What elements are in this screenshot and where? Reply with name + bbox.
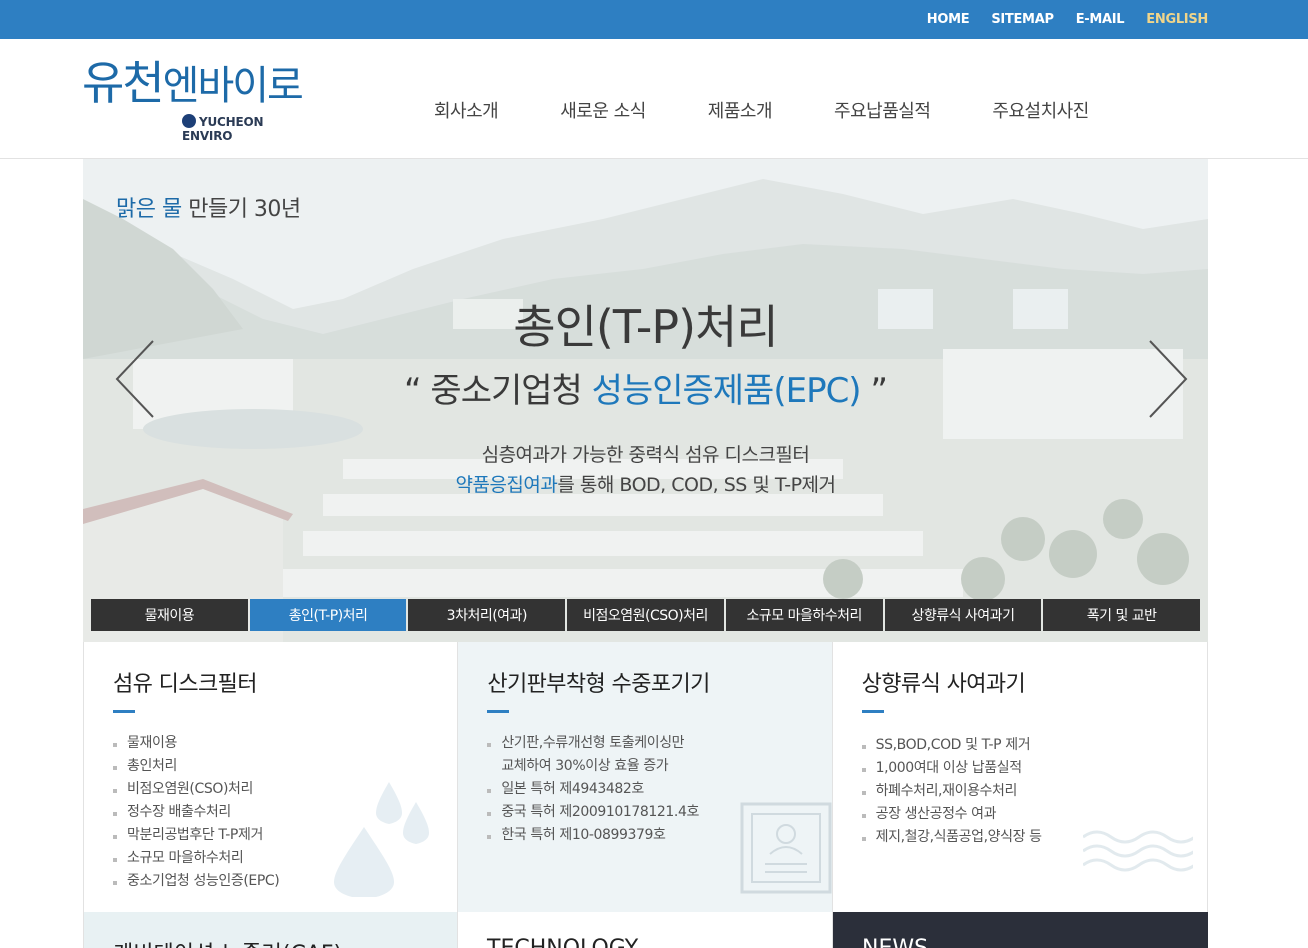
panel-title: 상향류식 사여과기: [861, 672, 1026, 697]
list-item: SS,BOD,COD 및 T-P 제거: [861, 734, 1042, 757]
slider-next-arrow-icon[interactable]: [1144, 339, 1190, 419]
water-waves-icon: [1082, 830, 1193, 872]
hero-title: 총인(T-P)처리: [513, 300, 778, 354]
english-link[interactable]: ENGLISH: [1146, 12, 1208, 27]
logo-english: YUCHEON ENVIRO: [182, 114, 264, 143]
utility-links: HOME SITEMAP E-MAIL ENGLISH: [927, 0, 1209, 39]
sitemap-link[interactable]: SITEMAP: [991, 12, 1054, 27]
section-title: TECHNOLOGY: [487, 936, 638, 948]
title-underline: [861, 710, 884, 713]
list-item: 막분리공법후단 T-P제거: [113, 824, 279, 847]
site-logo[interactable]: 유천엔바이로 YUCHEON ENVIRO: [82, 56, 312, 143]
hero-description-line-1: 심층여과가 가능한 중력식 섬유 디스크필터: [481, 444, 810, 466]
list-item: 중소기업청 성능인증(EPC): [113, 870, 280, 893]
tab-tertiary-filtration[interactable]: 3차처리(여과): [408, 599, 566, 631]
nav-install-photos[interactable]: 주요설치사진: [992, 97, 1089, 123]
tab-cso-treatment[interactable]: 비점오염원(CSO)처리: [567, 599, 724, 631]
hero-tagline: 맑은 물 만들기 30년: [116, 197, 301, 222]
caf-section[interactable]: 케비테이션 노즐러(CAF): [83, 912, 458, 948]
technology-section[interactable]: TECHNOLOGY: [458, 912, 833, 948]
tab-tp-treatment[interactable]: 총인(T-P)처리: [249, 599, 407, 631]
list-item: 하폐수처리,재이용수처리: [861, 780, 1042, 803]
panel-title: 섬유 디스크필터: [113, 672, 257, 697]
panel-list: 물재이용 총인처리 비점오염원(CSO)처리 정수장 배출수처리 막분리공법후단…: [113, 732, 280, 893]
water-drops-icon: [334, 782, 429, 897]
list-item: 물재이용: [113, 732, 279, 755]
panel-title: 산기판부착형 수중포기기: [487, 672, 710, 697]
site-header: 유천엔바이로 YUCHEON ENVIRO 회사소개 새로운 소식 제품소개 주…: [0, 39, 1308, 159]
list-item: 총인처리: [113, 755, 279, 778]
main-nav: 회사소개 새로운 소식 제품소개 주요납품실적 주요설치사진: [434, 97, 1089, 123]
list-item: 소규모 마을하수처리: [113, 847, 279, 870]
nav-products[interactable]: 제품소개: [708, 97, 773, 123]
hero-tabs: 물재이용 총인(T-P)처리 3차처리(여과) 비점오염원(CSO)처리 소규모…: [91, 599, 1201, 631]
panel-fiber-disc-filter[interactable]: 섬유 디스크필터 물재이용 총인처리 비점오염원(CSO)처리 정수장 배출수처…: [84, 642, 459, 912]
list-item: 산기판,수류개선형 토출케이싱만 교체하여 30%이상 효율 증가: [487, 732, 699, 778]
slider-prev-arrow-icon[interactable]: [113, 339, 159, 419]
hero-description-line-2: 약품응집여과를 통해 BOD, COD, SS 및 T-P제거: [455, 474, 836, 496]
tab-upflow-sand-filter[interactable]: 상향류식 사여과기: [884, 599, 1042, 631]
list-item: 일본 특허 제4943482호: [487, 778, 699, 801]
title-underline: [113, 710, 135, 713]
logo-korean: 유천엔바이로: [82, 56, 304, 110]
bottom-section-row: 케비테이션 노즐러(CAF) TECHNOLOGY NEWS: [83, 912, 1208, 948]
tab-small-village-sewage[interactable]: 소규모 마을하수처리: [725, 599, 883, 631]
top-utility-bar: HOME SITEMAP E-MAIL ENGLISH: [0, 0, 1308, 39]
hero-slider: 맑은 물 만들기 30년 총인(T-P)처리 “ 중소기업청 성능인증제품(EP…: [83, 159, 1208, 642]
certificate-icon: [740, 802, 832, 894]
list-item: 1,000여대 이상 납품실적: [861, 757, 1042, 780]
list-item: 공장 생산공정수 여과: [861, 803, 1042, 826]
product-panels: 섬유 디스크필터 물재이용 총인처리 비점오염원(CSO)처리 정수장 배출수처…: [83, 642, 1208, 912]
section-title: NEWS: [862, 936, 928, 948]
nav-deliveries[interactable]: 주요납품실적: [834, 97, 931, 123]
list-item: 정수장 배출수처리: [113, 801, 279, 824]
home-link[interactable]: HOME: [927, 12, 970, 27]
panel-list: 산기판,수류개선형 토출케이싱만 교체하여 30%이상 효율 증가 일본 특허 제…: [487, 732, 699, 847]
nav-company[interactable]: 회사소개: [434, 97, 499, 123]
list-item: 중국 특허 제200910178121.4호: [487, 801, 699, 824]
hero-subtitle: “ 중소기업청 성능인증제품(EPC) ”: [404, 371, 888, 411]
logo-emblem-icon: [182, 114, 196, 128]
section-title: 케비테이션 노즐러(CAF): [113, 936, 342, 948]
title-underline: [487, 710, 510, 713]
tab-water-reuse[interactable]: 물재이용: [91, 599, 248, 631]
list-item: 한국 특허 제10-0899379호: [487, 824, 699, 847]
email-link[interactable]: E-MAIL: [1076, 12, 1125, 27]
nav-news[interactable]: 새로운 소식: [560, 97, 646, 123]
list-item: 비점오염원(CSO)처리: [113, 778, 279, 801]
list-item: 제지,철강,식품공업,양식장 등: [861, 826, 1042, 849]
panel-submerged-aerator[interactable]: 산기판부착형 수중포기기 산기판,수류개선형 토출케이싱만 교체하여 30%이상 …: [458, 642, 833, 912]
tab-aeration-mixing[interactable]: 폭기 및 교반: [1043, 599, 1201, 631]
news-section[interactable]: NEWS: [833, 912, 1208, 948]
panel-list: SS,BOD,COD 및 T-P 제거 1,000여대 이상 납품실적 하폐수처…: [861, 734, 1042, 849]
panel-upflow-sand-filter[interactable]: 상향류식 사여과기 SS,BOD,COD 및 T-P 제거 1,000여대 이상…: [832, 642, 1207, 912]
